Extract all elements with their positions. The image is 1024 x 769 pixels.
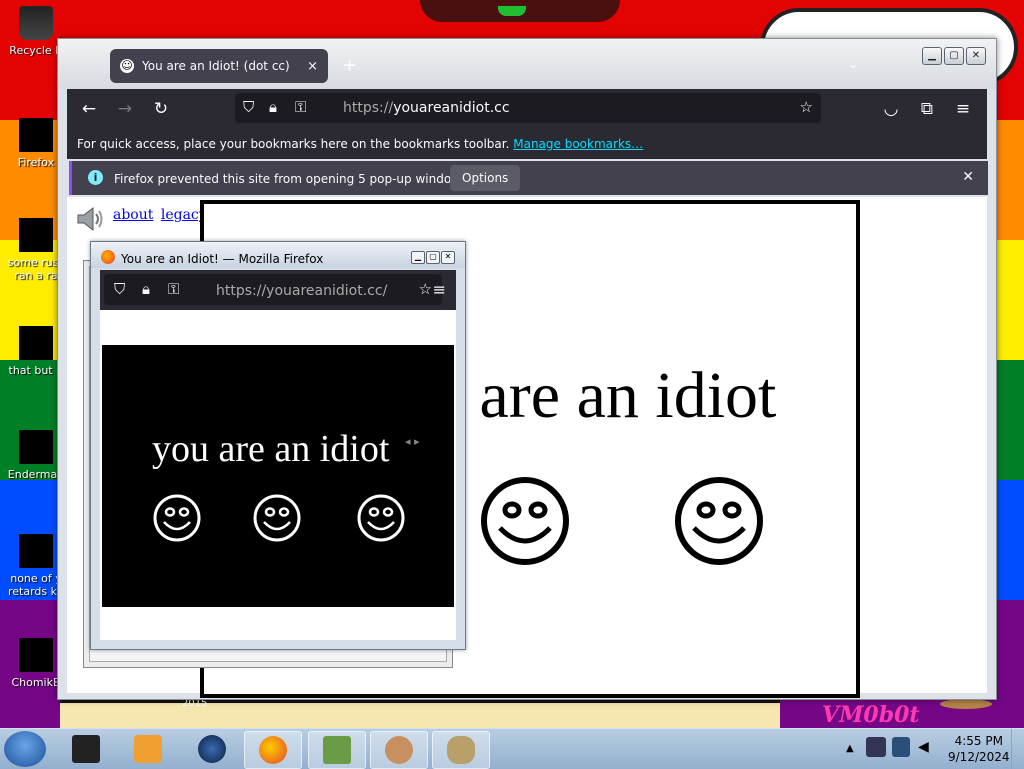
bookmarks-hint: For quick access, place your bookmarks h…: [77, 137, 510, 151]
url-protocol: https://: [343, 100, 394, 116]
taskbar-firefox[interactable]: [244, 731, 302, 769]
clock[interactable]: 4:55 PM 9/12/2024: [948, 733, 1010, 765]
minimize-button[interactable]: ▁: [922, 47, 942, 65]
reload-icon[interactable]: ↻: [149, 97, 173, 121]
popup-title-bar: You are an Idiot! — Mozilla Firefox ▁ ▢ …: [91, 242, 465, 268]
menu-icon[interactable]: ≡: [433, 280, 446, 299]
bookmark-star-icon[interactable]: ☆: [419, 280, 432, 298]
globe-icon: [198, 735, 226, 763]
terminal-icon: [72, 735, 100, 763]
taskbar-media-player[interactable]: [120, 731, 176, 767]
notification-message: Firefox prevented this site from opening…: [114, 172, 472, 186]
permissions-icon[interactable]: ⚿: [295, 98, 306, 116]
popup-idiot-text: you are an idiot: [152, 428, 390, 470]
popup-minimize-button[interactable]: ▁: [411, 251, 425, 264]
shield-icon[interactable]: ⛉: [114, 280, 125, 298]
app-icon: [19, 430, 53, 464]
taskbar-app-icon[interactable]: [58, 731, 114, 767]
extensions-icon[interactable]: ⧉: [915, 97, 939, 121]
network-icon[interactable]: [892, 737, 910, 757]
file-icon: [19, 534, 53, 568]
forward-icon[interactable]: →: [113, 97, 137, 121]
tray-app-icon[interactable]: [866, 737, 886, 757]
back-icon[interactable]: ←: [77, 97, 101, 121]
tab-title: You are an Idiot! (dot cc): [142, 59, 290, 73]
permissions-icon[interactable]: ⚿: [168, 280, 179, 298]
hamster-icon: [19, 638, 53, 672]
popup-blocked-notification: i Firefox prevented this site from openi…: [69, 161, 988, 195]
popup-window-controls: ▁ ▢ ✕: [411, 251, 455, 264]
tab-close-icon[interactable]: ×: [307, 59, 318, 74]
smiley-face-icon: [253, 494, 301, 542]
new-tab-button[interactable]: +: [342, 55, 357, 76]
popup-video-frame: you are an idiot ◂ ▸: [102, 345, 454, 607]
close-notification-icon[interactable]: ✕: [962, 169, 974, 185]
smiley-face-icon: [675, 477, 763, 565]
taskbar-app-icon[interactable]: [184, 731, 240, 767]
options-button[interactable]: Options: [450, 165, 521, 191]
close-button[interactable]: ✕: [966, 47, 986, 65]
about-link[interactable]: about: [113, 207, 153, 223]
money-bag-icon: [447, 736, 475, 764]
clock-date: 9/12/2024: [948, 750, 1010, 764]
speaker-icon[interactable]: [75, 205, 105, 233]
arrows-icon: ◂ ▸: [405, 435, 420, 448]
title-bar: ☺ You are an Idiot! (dot cc) × + ⌄ ▁ ▢ ✕: [58, 39, 996, 89]
taskbar: ▲ ◀ 4:55 PM 9/12/2024: [0, 728, 1024, 769]
recycle-bin-icon: [19, 6, 53, 40]
popup-toolbar: ⛉ 🔒︎ ⚿ https://youareanidiot.cc/lol. ☆ ≡: [100, 270, 456, 310]
smiley-favicon-icon: ☺: [120, 59, 134, 73]
taskbar-box-app[interactable]: [308, 731, 366, 769]
wallpaper-shape: [498, 6, 526, 16]
bookmarks-toolbar: For quick access, place your bookmarks h…: [67, 129, 987, 159]
tray-arrow-icon[interactable]: ▲: [846, 743, 854, 754]
taskbar-hamster-app[interactable]: [370, 731, 428, 769]
file-icon: [19, 218, 53, 252]
url-bar[interactable]: ⛉ 🔒︎ ⚿ https://youareanidiot.cc ☆: [235, 93, 821, 123]
list-tabs-icon[interactable]: ⌄: [848, 57, 858, 71]
shield-icon[interactable]: ⛉: [243, 98, 254, 116]
popup-page-content: you are an idiot ◂ ▸: [100, 310, 456, 640]
pocket-icon[interactable]: ◡: [879, 97, 903, 121]
hamster-box-icon: [323, 736, 351, 764]
watermark: VM0b0t: [822, 702, 920, 728]
url-text[interactable]: https://youareanidiot.cc: [343, 100, 510, 116]
manage-bookmarks-link[interactable]: Manage bookmarks…: [513, 137, 643, 151]
smiley-face-icon: [481, 477, 569, 565]
browser-tab[interactable]: ☺ You are an Idiot! (dot cc) ×: [110, 49, 328, 83]
media-player-icon: [134, 735, 162, 763]
info-icon: i: [88, 170, 103, 185]
bookmark-star-icon[interactable]: ☆: [800, 98, 813, 116]
firefox-icon: [19, 118, 53, 152]
clock-time: 4:55 PM: [954, 734, 1003, 748]
popup-maximize-button[interactable]: ▢: [426, 251, 440, 264]
smiley-face-icon: [357, 494, 405, 542]
smiley-face-icon: [153, 494, 201, 542]
popup-close-button[interactable]: ✕: [441, 251, 455, 264]
show-desktop-button[interactable]: [1011, 729, 1024, 769]
volume-icon[interactable]: ◀: [918, 739, 929, 755]
popup-url-text[interactable]: https://youareanidiot.cc/lol.: [216, 283, 388, 299]
firefox-icon: [259, 736, 287, 764]
taskbar-money-app[interactable]: [432, 731, 490, 769]
menu-icon[interactable]: ≡: [951, 97, 975, 121]
file-icon: [19, 326, 53, 360]
popup-window: You are an Idiot! — Mozilla Firefox ▁ ▢ …: [90, 241, 466, 650]
lock-icon[interactable]: 🔒︎: [142, 280, 150, 298]
maximize-button[interactable]: ▢: [944, 47, 964, 65]
navigation-toolbar: ← → ↻ ⛉ 🔒︎ ⚿ https://youareanidiot.cc ☆ …: [67, 89, 987, 129]
firefox-favicon-icon: [101, 250, 115, 264]
window-controls: ▁ ▢ ✕: [922, 47, 986, 65]
popup-url-bar[interactable]: ⛉ 🔒︎ ⚿ https://youareanidiot.cc/lol. ☆: [104, 274, 442, 305]
lock-icon[interactable]: 🔒︎: [269, 98, 277, 116]
hamster-icon: [385, 736, 413, 764]
url-host: youareanidiot.cc: [393, 100, 510, 116]
popup-title: You are an Idiot! — Mozilla Firefox: [121, 252, 324, 266]
start-button-icon[interactable]: [4, 731, 46, 767]
